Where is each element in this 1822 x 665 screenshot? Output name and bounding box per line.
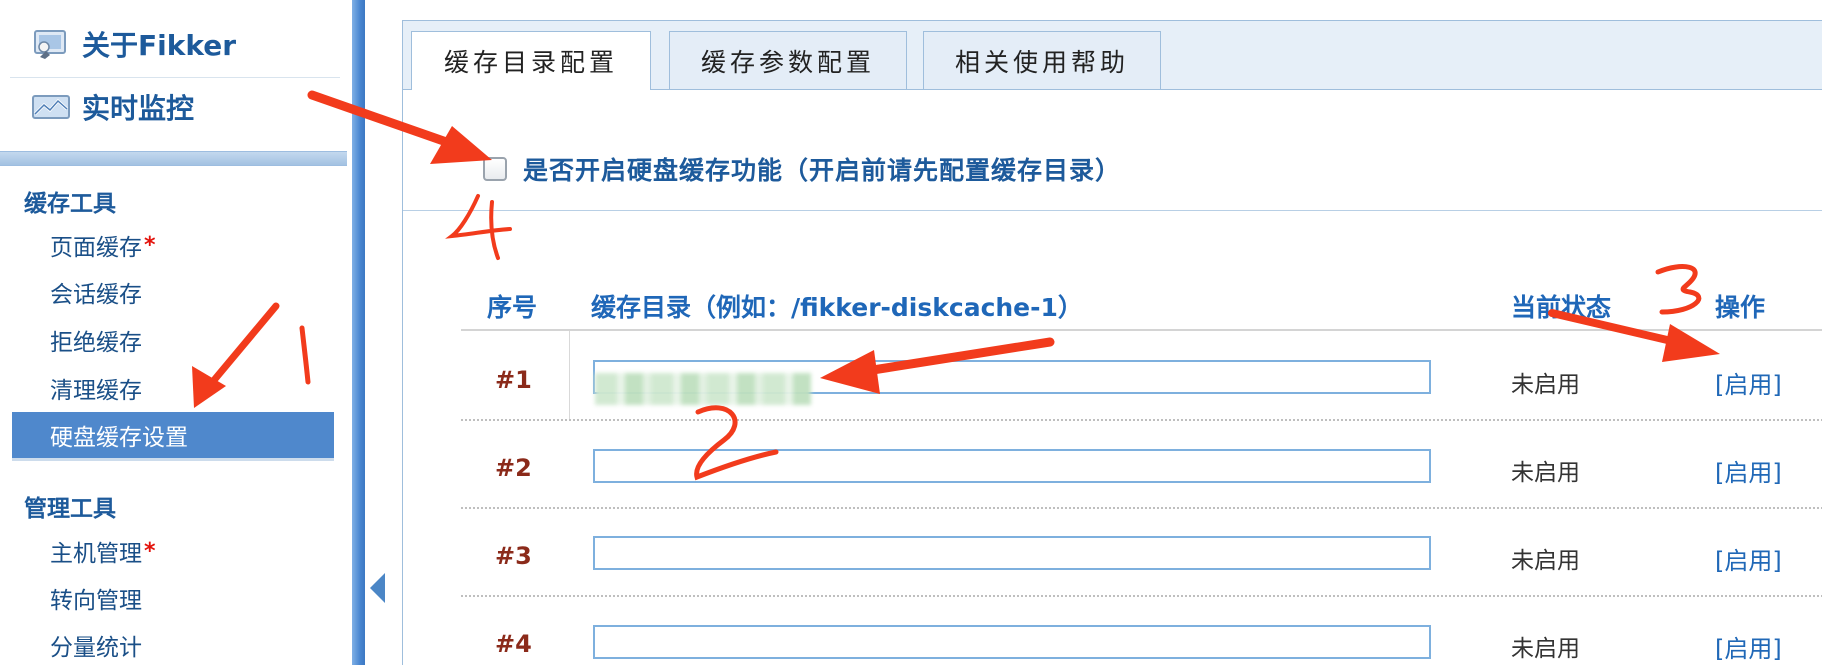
tab-bar: 缓存目录配置 缓存参数配置 相关使用帮助 [403,21,1822,90]
group-title-admin-tools: 管理工具 [24,496,116,522]
sidebar-link-about-label: 关于Fikker [82,29,237,62]
table-column-line [569,331,570,419]
sidebar-item-label: 会话缓存 [50,282,142,308]
enable-disk-cache-option[interactable]: 是否开启硬盘缓存功能（开启前请先配置缓存目录） [483,149,1121,189]
row-index: #1 [495,366,532,394]
col-header-index: 序号 [487,293,538,322]
redacted-path [595,373,811,405]
row-index: #4 [495,630,532,658]
col-header-cache-dir: 缓存目录（例如：/fikker-diskcache-1） [591,293,1083,322]
about-icon [34,30,66,59]
cache-dir-input-4[interactable] [593,625,1431,659]
sidebar-item-label: 转向管理 [50,588,142,614]
sidebar-item-session-cache[interactable]: 会话缓存 [12,269,334,315]
row-divider [461,507,1822,509]
enable-link-2[interactable]: [启用] [1715,453,1782,488]
sidebar-link-monitor-label: 实时监控 [82,92,195,125]
enable-disk-cache-checkbox[interactable] [483,157,507,181]
tab-cache-dir-config[interactable]: 缓存目录配置 [411,31,651,90]
row-index: #2 [495,454,532,482]
sidebar-item-label: 主机管理 [50,541,142,567]
sidebar-link-about[interactable]: 关于Fikker [12,13,342,75]
table-header-line [461,329,1822,331]
sidebar-item-label: 分量统计 [50,635,142,661]
main-panel: 缓存目录配置 缓存参数配置 相关使用帮助 是否开启硬盘缓存功能（开启前请先配置缓… [402,20,1822,665]
row-index: #3 [495,542,532,570]
row-divider [461,419,1822,421]
collapse-sidebar-icon[interactable] [370,573,385,603]
cache-dir-input-2[interactable] [593,449,1431,483]
sidebar-item-host-management[interactable]: 主机管理 * [12,528,334,574]
row-status: 未启用 [1511,636,1580,662]
sidebar: 关于Fikker 实时监控 缓存工具 页面缓存 * 会话缓存 拒绝缓存 清理缓存 [0,0,352,665]
row-divider [461,595,1822,597]
splitter-gutter [365,0,402,665]
row-status: 未启用 [1511,372,1580,398]
sidebar-item-traffic-stats[interactable]: 分量统计 [12,622,334,665]
enable-link-3[interactable]: [启用] [1715,541,1782,576]
tab-help[interactable]: 相关使用帮助 [923,31,1161,89]
col-header-action: 操作 [1715,293,1766,322]
required-star: * [144,232,156,258]
sidebar-splitter[interactable] [352,0,365,665]
app-window: 关于Fikker 实时监控 缓存工具 页面缓存 * 会话缓存 拒绝缓存 清理缓存 [0,0,1822,665]
sidebar-item-label: 清理缓存 [50,378,142,404]
monitor-icon [32,95,70,119]
row-status: 未启用 [1511,460,1580,486]
enable-disk-cache-label: 是否开启硬盘缓存功能（开启前请先配置缓存目录） [523,156,1122,185]
sidebar-item-label: 拒绝缓存 [50,330,142,356]
sidebar-item-disk-cache-settings[interactable]: 硬盘缓存设置 [12,412,334,458]
sidebar-item-reject-cache[interactable]: 拒绝缓存 [12,317,334,363]
sidebar-item-redirect-management[interactable]: 转向管理 [12,575,334,621]
active-item-underline [12,458,334,461]
cache-dir-input-3[interactable] [593,536,1431,570]
enable-link-4[interactable]: [启用] [1715,629,1782,664]
sidebar-item-label: 硬盘缓存设置 [50,425,188,451]
sidebar-item-page-cache[interactable]: 页面缓存 * [12,222,334,268]
sidebar-section-bar [0,151,347,166]
tab-cache-param-config[interactable]: 缓存参数配置 [669,31,907,89]
enable-link-1[interactable]: [启用] [1715,365,1782,400]
row-status: 未启用 [1511,548,1580,574]
col-header-status: 当前状态 [1511,293,1612,322]
group-title-cache-tools: 缓存工具 [24,191,116,217]
sidebar-item-clear-cache[interactable]: 清理缓存 [12,365,334,411]
sidebar-item-label: 页面缓存 [50,235,142,261]
required-star: * [144,538,156,564]
sidebar-link-monitor[interactable]: 实时监控 [12,76,342,138]
section-divider [403,210,1822,211]
